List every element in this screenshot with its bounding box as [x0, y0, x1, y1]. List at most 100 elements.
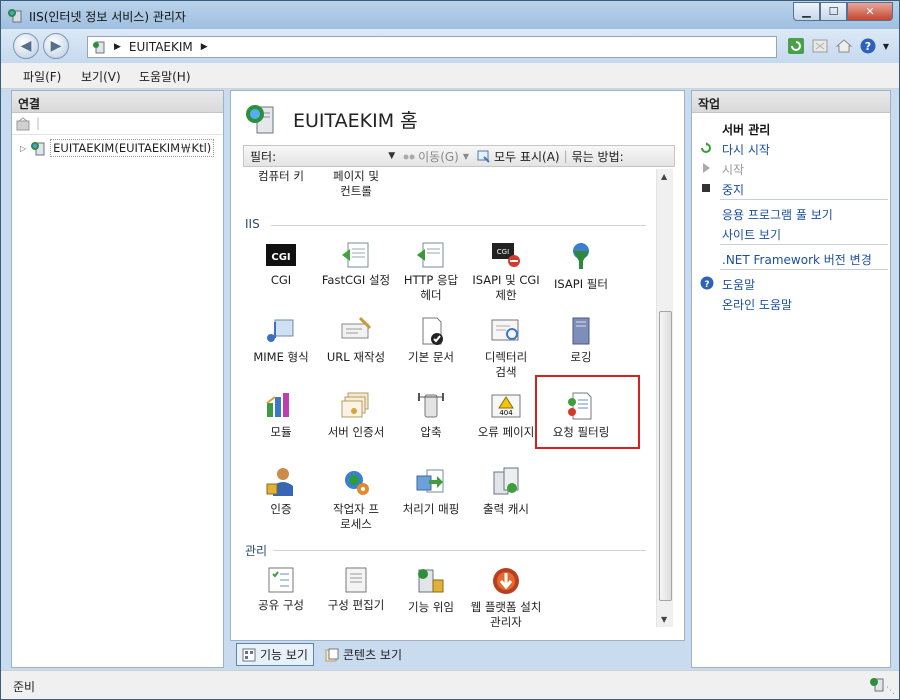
tree-node-label[interactable]: EUITAEKIM(EUITAEKIM￦Ktl) [50, 139, 215, 157]
toolbar-divider: | [36, 116, 41, 130]
minimize-button[interactable]: ▁ [793, 2, 820, 21]
feature-server-certificates[interactable]: 서버 인증서 [318, 391, 394, 440]
group-iis-divider [271, 225, 646, 226]
feature-compression[interactable]: 압축 [393, 391, 469, 440]
start-icon [703, 163, 710, 173]
actions-panel: 작업 서버 관리 다시 시작 시작 중지 응용 프로그램 풀 보기 사이트 보기… [691, 90, 891, 668]
home-icon[interactable] [835, 37, 853, 55]
status-server-icon [870, 678, 884, 692]
feature-isapi-filters[interactable]: ISAPI 필터 [543, 241, 619, 292]
feature-isapi-cgi-restrictions[interactable]: CGI ISAPI 및 CGI 제한 [468, 241, 544, 303]
feature-pages-controls[interactable]: 페이지 및 컨트롤 [318, 169, 394, 199]
action-change-net-framework[interactable]: .NET Framework 버전 변경 [722, 251, 872, 268]
tree-node-server[interactable]: ▷ EUITAEKIM(EUITAEKIM￦Ktl) [20, 139, 215, 157]
connections-panel: 연결 | ▷ EUITAEKIM(EUITAEKIM￦Ktl) [11, 90, 224, 668]
shared-configuration-icon [268, 567, 294, 593]
feature-http-headers[interactable]: HTTP 응답 헤더 [393, 241, 469, 303]
address-separator-end[interactable]: ▶ [201, 42, 208, 52]
help-dropdown-icon[interactable]: ▼ [883, 42, 889, 51]
feature-handler-mappings[interactable]: 처리기 매핑 [393, 466, 469, 517]
page-title: EUITAEKIM 홈 [293, 109, 418, 132]
directory-browsing-icon [491, 319, 519, 341]
action-view-app-pools[interactable]: 응용 프로그램 풀 보기 [722, 206, 833, 223]
server-node-icon [31, 142, 45, 156]
vertical-scrollbar[interactable]: ▲ ▼ [656, 169, 673, 627]
feature-delegation[interactable]: 기능 위임 [393, 566, 469, 615]
feature-logging[interactable]: 로깅 [543, 316, 619, 365]
stop-icon[interactable] [811, 37, 829, 55]
action-restart[interactable]: 다시 시작 [722, 141, 770, 158]
address-separator[interactable]: ▶ [114, 42, 121, 52]
feature-label: FastCGI 설정 [321, 273, 391, 287]
feature-worker-processes[interactable]: 작업자 프로세스 [318, 466, 394, 532]
feature-label: 모듈 [270, 425, 292, 439]
go-button[interactable]: 이동(G) [403, 148, 459, 165]
back-button[interactable]: ◀ [13, 33, 39, 59]
scrollbar-thumb[interactable] [659, 311, 672, 601]
help-icon[interactable]: ? [859, 37, 877, 55]
action-online-help[interactable]: 온라인 도움말 [722, 296, 792, 313]
feature-directory-browsing[interactable]: 디렉터리 검색 [468, 316, 544, 380]
fastcgi-icon [342, 242, 369, 268]
feature-machine-key[interactable]: 컴퓨터 키 [243, 169, 319, 184]
action-help[interactable]: 도움말 [722, 276, 755, 293]
scroll-down-icon[interactable]: ▼ [661, 615, 667, 624]
show-all-button[interactable]: 모두 표시(A) [477, 148, 560, 165]
feature-label: 압축 [420, 425, 442, 439]
feature-url-rewrite[interactable]: URL 재작성 [318, 316, 394, 365]
server-certificates-icon [341, 392, 369, 418]
action-view-sites[interactable]: 사이트 보기 [722, 226, 781, 243]
web-platform-installer-icon [493, 568, 519, 594]
feature-fastcgi[interactable]: FastCGI 설정 [318, 241, 394, 288]
filter-dropdown-icon[interactable]: ▼ [388, 151, 395, 161]
feature-cgi[interactable]: CGI CGI [243, 241, 319, 288]
close-button[interactable]: ✕ [847, 2, 893, 21]
expand-arrow-icon[interactable]: ▷ [20, 144, 26, 153]
forward-arrow-icon: ▶ [50, 38, 62, 54]
content-view-tab[interactable]: 콘텐츠 보기 [320, 644, 407, 665]
feature-authentication[interactable]: 인증 [243, 466, 319, 517]
feature-label: 인증 [270, 502, 292, 516]
menu-help[interactable]: 도움말(H) [139, 68, 191, 85]
stop-square-icon [702, 184, 710, 192]
server-manage-heading: 서버 관리 [722, 123, 771, 137]
filter-divider: | [563, 149, 568, 163]
group-iis-label: IIS [245, 217, 260, 231]
feature-label: ISAPI 및 CGI 제한 [472, 273, 540, 302]
resize-grip-icon[interactable]: ⋱ [886, 686, 895, 696]
connect-icon[interactable] [15, 116, 31, 132]
feature-label: ISAPI 필터 [554, 277, 608, 291]
menu-view[interactable]: 보기(V) [81, 68, 121, 85]
server-icon [93, 41, 105, 54]
feature-error-pages[interactable]: 404 오류 페이지 [468, 391, 544, 440]
feature-mime-types[interactable]: MIME 형식 [243, 316, 319, 365]
feature-default-document[interactable]: 기본 문서 [393, 316, 469, 365]
maximize-button[interactable]: ☐ [820, 2, 847, 21]
group-by-label[interactable]: 묶는 방법: [572, 148, 624, 165]
feature-modules[interactable]: 모듈 [243, 391, 319, 440]
feature-output-caching[interactable]: 출력 캐시 [468, 466, 544, 517]
features-view-tab[interactable]: 기능 보기 [236, 643, 314, 666]
address-bar[interactable]: ▶ EUITAEKIM ▶ [87, 36, 777, 58]
feature-shared-configuration[interactable]: 공유 구성 [243, 566, 319, 613]
features-view-label: 기능 보기 [260, 648, 308, 662]
action-stop[interactable]: 중지 [722, 181, 744, 198]
go-dropdown-icon[interactable]: ▼ [463, 152, 469, 161]
refresh-icon[interactable] [787, 37, 805, 55]
feature-web-platform-installer[interactable]: 웹 플랫폼 설치 관리자 [468, 566, 544, 627]
iis-manager-window: IIS(인터넷 정보 서비스) 관리자 ▁ ☐ ✕ ◀ ▶ ▶ EUITAEKI… [0, 0, 900, 700]
actions-separator [720, 244, 888, 245]
forward-button[interactable]: ▶ [43, 33, 69, 59]
action-start[interactable]: 시작 [722, 161, 744, 178]
actions-separator [720, 199, 888, 200]
iis-app-icon [8, 9, 22, 23]
feature-configuration-editor[interactable]: 구성 편집기 [318, 566, 394, 613]
filter-input[interactable]: ▼ [280, 148, 395, 164]
show-all-icon [477, 150, 490, 163]
menu-file[interactable]: 파일(F) [23, 68, 61, 85]
features-view-icon [242, 648, 256, 661]
scroll-up-icon[interactable]: ▲ [661, 172, 667, 181]
address-segment-server[interactable]: EUITAEKIM [129, 40, 193, 54]
feature-label: 페이지 및 컨트롤 [333, 169, 379, 198]
content-view-icon [325, 648, 339, 661]
